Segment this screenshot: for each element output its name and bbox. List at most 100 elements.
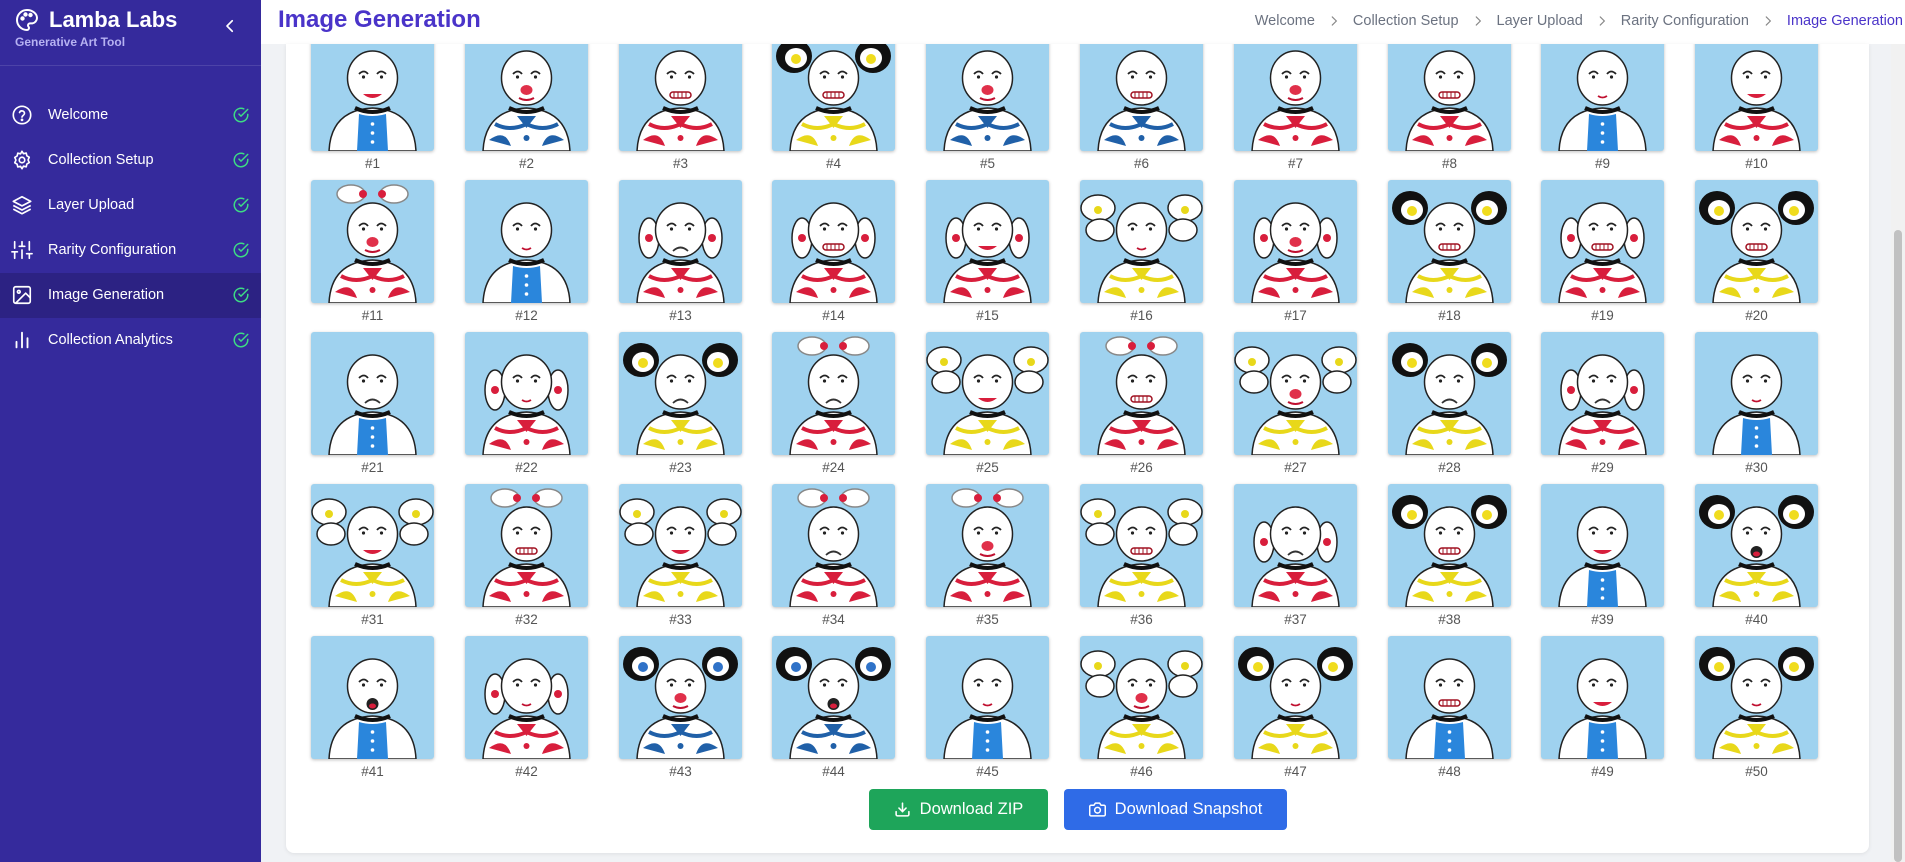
sidebar-item-collection-setup[interactable]: Collection Setup bbox=[0, 138, 261, 183]
sidebar-item-image-generation[interactable]: Image Generation bbox=[0, 273, 261, 318]
chevron-right-icon bbox=[1331, 16, 1338, 26]
generated-image[interactable] bbox=[1234, 332, 1357, 455]
image-number-label: #32 bbox=[515, 612, 538, 627]
generated-image[interactable] bbox=[1695, 44, 1818, 151]
generated-image[interactable] bbox=[1541, 484, 1664, 607]
generated-image[interactable] bbox=[619, 636, 742, 759]
generated-image[interactable] bbox=[1695, 484, 1818, 607]
generated-image[interactable] bbox=[1080, 332, 1203, 455]
generated-image[interactable] bbox=[1234, 44, 1357, 151]
image-number-label: #9 bbox=[1594, 156, 1611, 171]
image-number-label: #35 bbox=[976, 612, 999, 627]
generated-image[interactable] bbox=[1234, 636, 1357, 759]
breadcrumb-image-generation: Image Generation bbox=[1786, 13, 1903, 29]
generated-image[interactable] bbox=[1080, 180, 1203, 303]
gallery-card: #1 #2 #3 #4 #5 #6 #7 #8 #9 #10 #11 #12 #13 #14 #15 #16 #… bbox=[286, 44, 1869, 853]
download-zip-label: Download ZIP bbox=[919, 800, 1024, 818]
image-number-label: #13 bbox=[669, 308, 692, 323]
character-art bbox=[1558, 506, 1647, 607]
chevron-right-icon bbox=[1475, 16, 1481, 26]
generated-image[interactable] bbox=[619, 180, 742, 303]
breadcrumb-welcome[interactable]: Welcome bbox=[1255, 13, 1315, 29]
generated-image[interactable] bbox=[1541, 636, 1664, 759]
download-icon bbox=[895, 802, 910, 817]
generated-image[interactable] bbox=[926, 44, 1049, 151]
generated-image[interactable] bbox=[465, 44, 588, 151]
scrollbar-thumb[interactable] bbox=[1894, 230, 1902, 862]
character-art bbox=[926, 346, 1049, 455]
generated-image[interactable] bbox=[1234, 180, 1357, 303]
generated-image[interactable] bbox=[311, 484, 434, 607]
image-number-label: #1 bbox=[364, 156, 381, 171]
character-art bbox=[636, 50, 725, 151]
generated-image[interactable] bbox=[465, 180, 588, 303]
download-zip-button[interactable]: Download ZIP bbox=[869, 789, 1048, 830]
character-art bbox=[1080, 650, 1203, 759]
character-art bbox=[328, 354, 417, 455]
breadcrumb-rarity-configuration[interactable]: Rarity Configuration bbox=[1621, 13, 1749, 29]
generated-image[interactable] bbox=[1388, 44, 1511, 151]
character-art bbox=[1558, 658, 1647, 759]
character-art bbox=[1558, 202, 1647, 303]
image-number-label: #6 bbox=[1133, 156, 1150, 171]
image-number-label: #4 bbox=[825, 156, 842, 171]
generated-image[interactable] bbox=[1234, 484, 1357, 607]
generated-image[interactable] bbox=[1541, 332, 1664, 455]
character-art bbox=[1699, 191, 1814, 303]
breadcrumb-layer-upload[interactable]: Layer Upload bbox=[1497, 13, 1583, 29]
generated-image[interactable] bbox=[1388, 636, 1511, 759]
generated-image[interactable] bbox=[465, 636, 588, 759]
sidebar-item-collection-analytics[interactable]: Collection Analytics bbox=[0, 318, 261, 363]
sidebar-item-layer-upload[interactable]: Layer Upload bbox=[0, 183, 261, 228]
image-number-label: #16 bbox=[1130, 308, 1153, 323]
generated-image[interactable] bbox=[1080, 636, 1203, 759]
chevron-right-icon bbox=[1765, 16, 1772, 26]
generated-image[interactable] bbox=[1388, 180, 1511, 303]
sliders-icon bbox=[11, 240, 33, 260]
sidebar-item-rarity-configuration[interactable]: Rarity Configuration bbox=[0, 228, 261, 273]
generated-image[interactable] bbox=[1695, 636, 1818, 759]
generated-image[interactable] bbox=[772, 484, 895, 607]
image-number-label: #44 bbox=[822, 764, 845, 779]
generated-image[interactable] bbox=[311, 44, 434, 151]
image-number-label: #21 bbox=[361, 460, 384, 475]
collapse-sidebar-icon[interactable] bbox=[221, 17, 239, 35]
generated-image[interactable] bbox=[772, 44, 895, 151]
generated-image[interactable] bbox=[926, 636, 1049, 759]
image-number-label: #38 bbox=[1438, 612, 1461, 627]
character-art bbox=[1251, 202, 1340, 303]
generated-image[interactable] bbox=[619, 484, 742, 607]
breadcrumb-collection-setup[interactable]: Collection Setup bbox=[1353, 13, 1459, 29]
generated-image[interactable] bbox=[772, 180, 895, 303]
page-scrollbar[interactable] bbox=[1891, 44, 1905, 862]
download-snapshot-button[interactable]: Download Snapshot bbox=[1064, 789, 1287, 830]
breadcrumb: Welcome Collection Setup Layer Upload Ra… bbox=[1255, 13, 1903, 29]
generated-image[interactable] bbox=[619, 44, 742, 151]
generated-image[interactable] bbox=[772, 636, 895, 759]
palette-icon bbox=[16, 8, 39, 32]
generated-image[interactable] bbox=[1080, 484, 1203, 607]
generated-image[interactable] bbox=[926, 180, 1049, 303]
generated-image[interactable] bbox=[1695, 332, 1818, 455]
generated-image[interactable] bbox=[926, 484, 1049, 607]
character-art bbox=[619, 498, 742, 607]
character-art bbox=[943, 202, 1032, 303]
generated-image[interactable] bbox=[1388, 484, 1511, 607]
generated-image[interactable] bbox=[1541, 44, 1664, 151]
generated-image[interactable] bbox=[465, 332, 588, 455]
generated-image[interactable] bbox=[926, 332, 1049, 455]
generated-image[interactable] bbox=[1080, 44, 1203, 151]
sidebar-item-welcome[interactable]: Welcome bbox=[0, 93, 261, 138]
generated-image[interactable] bbox=[311, 332, 434, 455]
generated-image[interactable] bbox=[1695, 180, 1818, 303]
generated-image[interactable] bbox=[311, 180, 434, 303]
generated-image[interactable] bbox=[1541, 180, 1664, 303]
character-art bbox=[1251, 50, 1340, 151]
generated-image[interactable] bbox=[311, 636, 434, 759]
generated-image[interactable] bbox=[619, 332, 742, 455]
image-number-label: #17 bbox=[1284, 308, 1307, 323]
page-title: Image Generation bbox=[278, 6, 481, 33]
generated-image[interactable] bbox=[772, 332, 895, 455]
generated-image[interactable] bbox=[1388, 332, 1511, 455]
generated-image[interactable] bbox=[465, 484, 588, 607]
